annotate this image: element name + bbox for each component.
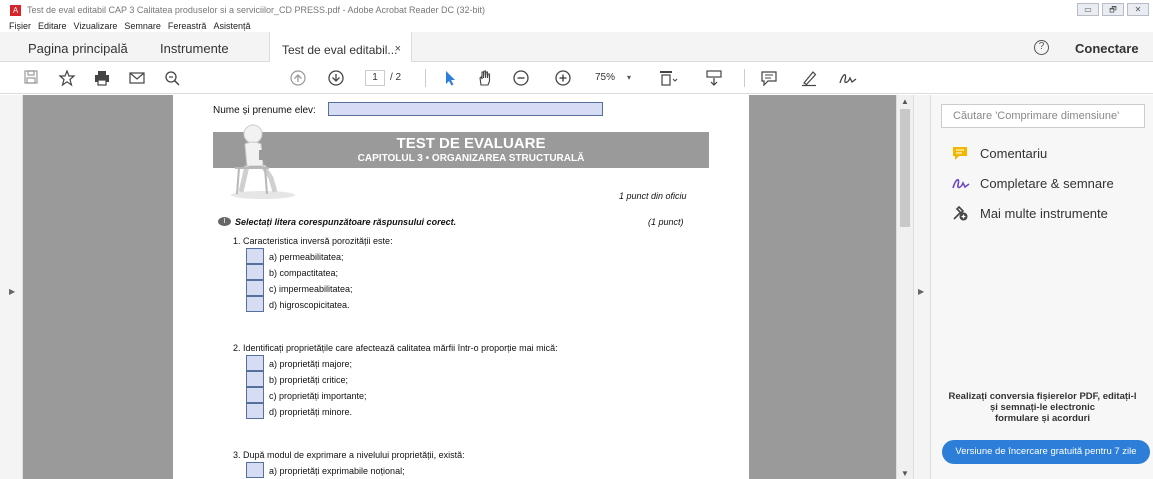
name-label: Nume și prenume elev: xyxy=(213,105,316,116)
student-name-field[interactable] xyxy=(328,102,603,116)
help-icon[interactable]: ? xyxy=(1034,40,1049,55)
close-window-button[interactable]: ✕ xyxy=(1127,3,1149,16)
scroll-down-icon[interactable]: ▼ xyxy=(901,469,909,478)
document-viewer: Nume și prenume elev: TEST DE EVALUARE C… xyxy=(23,95,896,479)
q1-checkbox-d[interactable] xyxy=(246,296,264,312)
zoom-in-icon[interactable] xyxy=(554,69,572,87)
right-pane-toggle-strip: ▶ xyxy=(913,95,930,479)
menu-help[interactable]: Asistență xyxy=(213,21,250,31)
scrollbar-thumb[interactable] xyxy=(900,109,910,227)
q2-checkbox-a[interactable] xyxy=(246,355,264,371)
menu-window[interactable]: Fereastră xyxy=(168,21,207,31)
vertical-scrollbar[interactable]: ▲ ▼ xyxy=(896,95,913,479)
collapse-right-pane-icon[interactable]: ▶ xyxy=(918,287,924,296)
section-instruction: Selectați litera corespunzătoare răspuns… xyxy=(235,217,457,227)
pdf-page: Nume și prenume elev: TEST DE EVALUARE C… xyxy=(173,95,749,479)
toolbar: 1 / 2 75% ▾ xyxy=(0,62,1153,94)
title-bar: A Test de eval editabil CAP 3 Calitatea … xyxy=(0,0,1153,20)
question-3-text: 3. După modul de exprimare a nivelului p… xyxy=(233,450,465,460)
comment-bubble-icon xyxy=(951,144,969,162)
q1-checkbox-c[interactable] xyxy=(246,280,264,296)
menu-view[interactable]: Vizualizare xyxy=(74,21,118,31)
comment-icon[interactable] xyxy=(760,69,778,87)
tools-search-input[interactable]: Căutare 'Comprimare dimensiune' xyxy=(941,104,1145,128)
more-tools-icon xyxy=(951,204,969,222)
page-number-input[interactable]: 1 xyxy=(365,70,385,86)
sign-icon[interactable] xyxy=(838,69,857,87)
search-zoom-icon[interactable] xyxy=(163,69,181,87)
tool-fill-sign[interactable]: Completare & semnare xyxy=(951,174,1114,192)
menu-sign[interactable]: Semnare xyxy=(124,21,161,31)
q2-option-b: b) proprietăți critice; xyxy=(269,375,349,385)
promo-line-3: formulare și acorduri xyxy=(994,413,1091,424)
tool-comment-label: Comentariu xyxy=(980,145,1048,161)
fill-sign-icon xyxy=(951,174,970,192)
question-2-text: 2. Identificați proprietățile care afect… xyxy=(233,343,558,353)
zoom-out-icon[interactable] xyxy=(512,69,530,87)
q2-option-c: c) proprietăți importante; xyxy=(269,391,367,401)
section-points: (1 punct) xyxy=(648,217,684,227)
hand-tool-icon[interactable] xyxy=(476,69,494,87)
tool-fill-sign-label: Completare & semnare xyxy=(980,175,1114,191)
minimize-button[interactable]: ▭ xyxy=(1077,3,1099,16)
save-icon[interactable] xyxy=(22,69,40,87)
tool-more-tools-label: Mai multe instrumente xyxy=(980,205,1108,221)
tool-comment[interactable]: Comentariu xyxy=(951,144,1047,162)
promo-line-2: și semnați-le electronic xyxy=(989,402,1096,413)
next-page-icon[interactable] xyxy=(327,69,345,87)
tab-document[interactable]: Test de eval editabil... × xyxy=(269,32,412,63)
q3-checkbox-a[interactable] xyxy=(246,462,264,478)
close-tab-icon[interactable]: × xyxy=(395,43,401,55)
q2-option-a: a) proprietăți majore; xyxy=(269,359,353,369)
promo-text: Realizați conversia fișierelor PDF, edit… xyxy=(931,391,1153,424)
highlight-pen-icon[interactable] xyxy=(800,69,818,87)
fit-page-icon[interactable] xyxy=(658,69,678,87)
q2-checkbox-c[interactable] xyxy=(246,387,264,403)
points-office-text: 1 punct din oficiu xyxy=(619,191,687,201)
tab-tools[interactable]: Instrumente xyxy=(160,41,229,56)
question-1-text: 1. Caracteristica inversă porozității es… xyxy=(233,236,393,246)
previous-page-icon[interactable] xyxy=(289,69,307,87)
scroll-up-icon[interactable]: ▲ xyxy=(901,97,909,106)
restore-button[interactable]: 🗗 xyxy=(1102,3,1124,16)
promo-line-1: Realizați conversia fișierelor PDF, edit… xyxy=(948,391,1137,402)
window-controls: ▭ 🗗 ✕ xyxy=(1077,3,1149,16)
q2-checkbox-b[interactable] xyxy=(246,371,264,387)
section-number-badge: I xyxy=(218,217,231,226)
print-icon[interactable] xyxy=(93,69,111,87)
q1-option-d: d) higroscopicitatea. xyxy=(269,300,350,310)
menu-edit[interactable]: Editare xyxy=(38,21,67,31)
menu-file[interactable]: Fișier xyxy=(9,21,31,31)
q1-option-c: c) impermeabilitatea; xyxy=(269,284,353,294)
expand-left-pane-icon[interactable]: ▶ xyxy=(9,287,15,296)
q1-option-a: a) permeabilitatea; xyxy=(269,252,344,262)
window-title: Test de eval editabil CAP 3 Calitatea pr… xyxy=(27,5,486,15)
toolbar-divider xyxy=(744,69,745,87)
q2-option-d: d) proprietăți minore. xyxy=(269,407,353,417)
tool-more-tools[interactable]: Mai multe instrumente xyxy=(951,204,1108,222)
q2-checkbox-d[interactable] xyxy=(246,403,264,419)
tab-bar: Pagina principală Instrumente Test de ev… xyxy=(0,32,1153,63)
left-nav-pane: ▶ xyxy=(0,95,23,479)
scroll-mode-icon[interactable] xyxy=(705,69,723,87)
tab-home[interactable]: Pagina principală xyxy=(28,41,128,56)
zoom-level-select[interactable]: 75% xyxy=(595,72,615,83)
tab-document-label: Test de eval editabil... xyxy=(282,43,398,57)
acrobat-app-icon: A xyxy=(10,4,21,16)
page-total: / 2 xyxy=(390,72,402,83)
tools-pane: Căutare 'Comprimare dimensiune' Comentar… xyxy=(930,95,1153,479)
toolbar-divider xyxy=(425,69,426,87)
chevron-down-icon[interactable]: ▾ xyxy=(627,73,631,82)
menu-bar: Fișier Editare Vizualizare Semnare Ferea… xyxy=(0,20,1153,32)
q1-checkbox-b[interactable] xyxy=(246,264,264,280)
q3-option-a: a) proprietăți exprimabile noțional; xyxy=(269,466,405,476)
q1-checkbox-a[interactable] xyxy=(246,248,264,264)
email-icon[interactable] xyxy=(128,69,146,87)
bookmark-star-icon[interactable] xyxy=(58,69,76,87)
free-trial-button[interactable]: Versiune de încercare gratuită pentru 7 … xyxy=(942,440,1150,464)
select-cursor-icon[interactable] xyxy=(441,69,459,87)
connect-button[interactable]: Conectare xyxy=(1075,41,1139,56)
reading-figure-illustration xyxy=(231,124,295,199)
q1-option-b: b) compactitatea; xyxy=(269,268,339,278)
